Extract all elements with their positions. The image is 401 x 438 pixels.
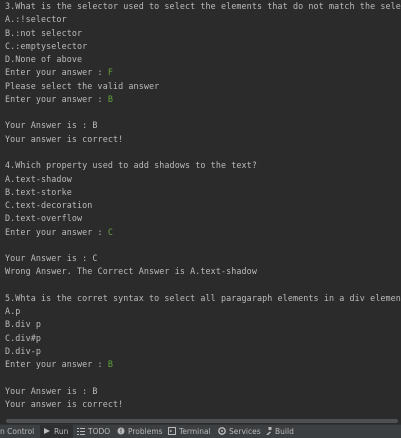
console-line: A.text-shadow: [5, 173, 72, 186]
tool-tab-label: Run: [54, 427, 69, 436]
console-line: A.:!selector: [5, 13, 67, 26]
console-line-text: A.text-shadow: [5, 173, 72, 184]
console-line: Your Answer is : C: [5, 252, 98, 265]
console-line-text: Enter your answer :: [5, 93, 108, 104]
tool-tab-label: Terminal: [179, 427, 211, 436]
console-line-text: D.None of above: [5, 54, 83, 65]
console-line-text: Your Answer is : C: [5, 253, 98, 264]
console-line: Your Answer is : B: [5, 119, 98, 132]
terminal-icon: [168, 427, 176, 435]
console-line-text: A.p: [5, 306, 21, 317]
console-line-text: B.:not selector: [5, 27, 83, 38]
console-line: Your answer is correct!: [5, 133, 123, 146]
console-line-text: Enter your answer :: [5, 226, 108, 237]
console-line: B.:not selector: [5, 27, 82, 40]
tool-tab-build[interactable]: Build: [264, 425, 296, 438]
console-line: Enter your answer : B: [5, 93, 113, 106]
console-line-text: Your Answer is : B: [5, 385, 98, 396]
console-line: 4.Which property used to add shadows to …: [5, 159, 257, 172]
console-line-text: Wrong Answer. The Correct Answer is A.te…: [5, 266, 257, 277]
tool-tab-version-control[interactable]: n Control: [0, 425, 38, 438]
tool-tab-label: Services: [229, 427, 261, 436]
console-line-text: Enter your answer :: [5, 359, 108, 370]
console-line: 5.Whta is the corret syntax to select al…: [5, 292, 401, 305]
tool-tab-label: Build: [275, 427, 294, 436]
console-line-text: 4.Which property used to add shadows to …: [5, 160, 257, 171]
tool-tab-label: TODO: [88, 427, 111, 436]
build-icon: [266, 427, 272, 435]
console-line: A.p: [5, 305, 20, 318]
console-line-text: C.text-decoration: [5, 200, 93, 211]
user-input-text: C: [107, 226, 113, 237]
console-line-text: Your answer is correct!: [5, 133, 124, 144]
console-line: D.text-overflow: [5, 212, 82, 225]
tool-tab-label: n Control: [0, 427, 35, 436]
console-line: D.div-p: [5, 345, 41, 358]
tool-tab-run[interactable]: Run: [40, 425, 73, 438]
console-line: B.text-storke: [5, 186, 72, 199]
console-line-text: C.:emptyselector: [5, 40, 88, 51]
console-line: Enter your answer : C: [5, 226, 113, 239]
console-line-text: Please select the valid answer: [5, 80, 160, 91]
problems-icon: [117, 427, 125, 435]
console-line-text: D.text-overflow: [5, 213, 83, 224]
console-line: C.:emptyselector: [5, 40, 87, 53]
user-input-text: B: [107, 359, 113, 370]
console-line-text: C.div#p: [5, 332, 41, 343]
run-icon: [44, 428, 50, 434]
console-line-text: Your Answer is : B: [5, 120, 98, 131]
scrollbar-thumb[interactable]: [6, 419, 398, 423]
console-line: D.None of above: [5, 53, 82, 66]
console-line-text: B.div p: [5, 319, 41, 330]
console-line-text: Enter your answer :: [5, 67, 108, 78]
console-line: Your answer is correct!: [5, 398, 123, 411]
console-line: Wrong Answer. The Correct Answer is A.te…: [5, 265, 257, 278]
console-line-text: Your answer is correct!: [5, 399, 124, 410]
console-line: Enter your answer : F: [5, 66, 113, 79]
console-line-text: 3.What is the selector used to select th…: [5, 1, 401, 11]
console-line: C.text-decoration: [5, 199, 92, 212]
user-input-text: B: [107, 93, 113, 104]
console-line: Enter your answer : B: [5, 358, 113, 371]
console-line-text: D.div-p: [5, 346, 41, 357]
tool-tab-todo[interactable]: TODO: [77, 425, 111, 438]
user-input-text: F: [107, 67, 113, 78]
tool-tab-problems[interactable]: Problems: [117, 425, 163, 438]
console-line-text: B.text-storke: [5, 186, 72, 197]
services-icon: [218, 427, 226, 435]
console-line-text: A.:!selector: [5, 14, 67, 25]
console-line: Your Answer is : B: [5, 385, 98, 398]
tool-window-bar: n Control Run TODO Problems Terminal Ser…: [0, 424, 401, 438]
console-line: C.div#p: [5, 332, 41, 345]
console-line: Please select the valid answer: [5, 80, 159, 93]
todo-icon: [77, 428, 85, 435]
tool-tab-label: Problems: [128, 427, 163, 436]
run-console-output[interactable]: 3.What is the selector used to select th…: [0, 0, 401, 418]
tool-tab-terminal[interactable]: Terminal: [168, 425, 211, 438]
console-line: 3.What is the selector used to select th…: [5, 0, 401, 13]
tool-tab-services[interactable]: Services: [218, 425, 261, 438]
console-line-text: 5.Whta is the corret syntax to select al…: [5, 292, 401, 303]
console-line: B.div p: [5, 318, 41, 331]
